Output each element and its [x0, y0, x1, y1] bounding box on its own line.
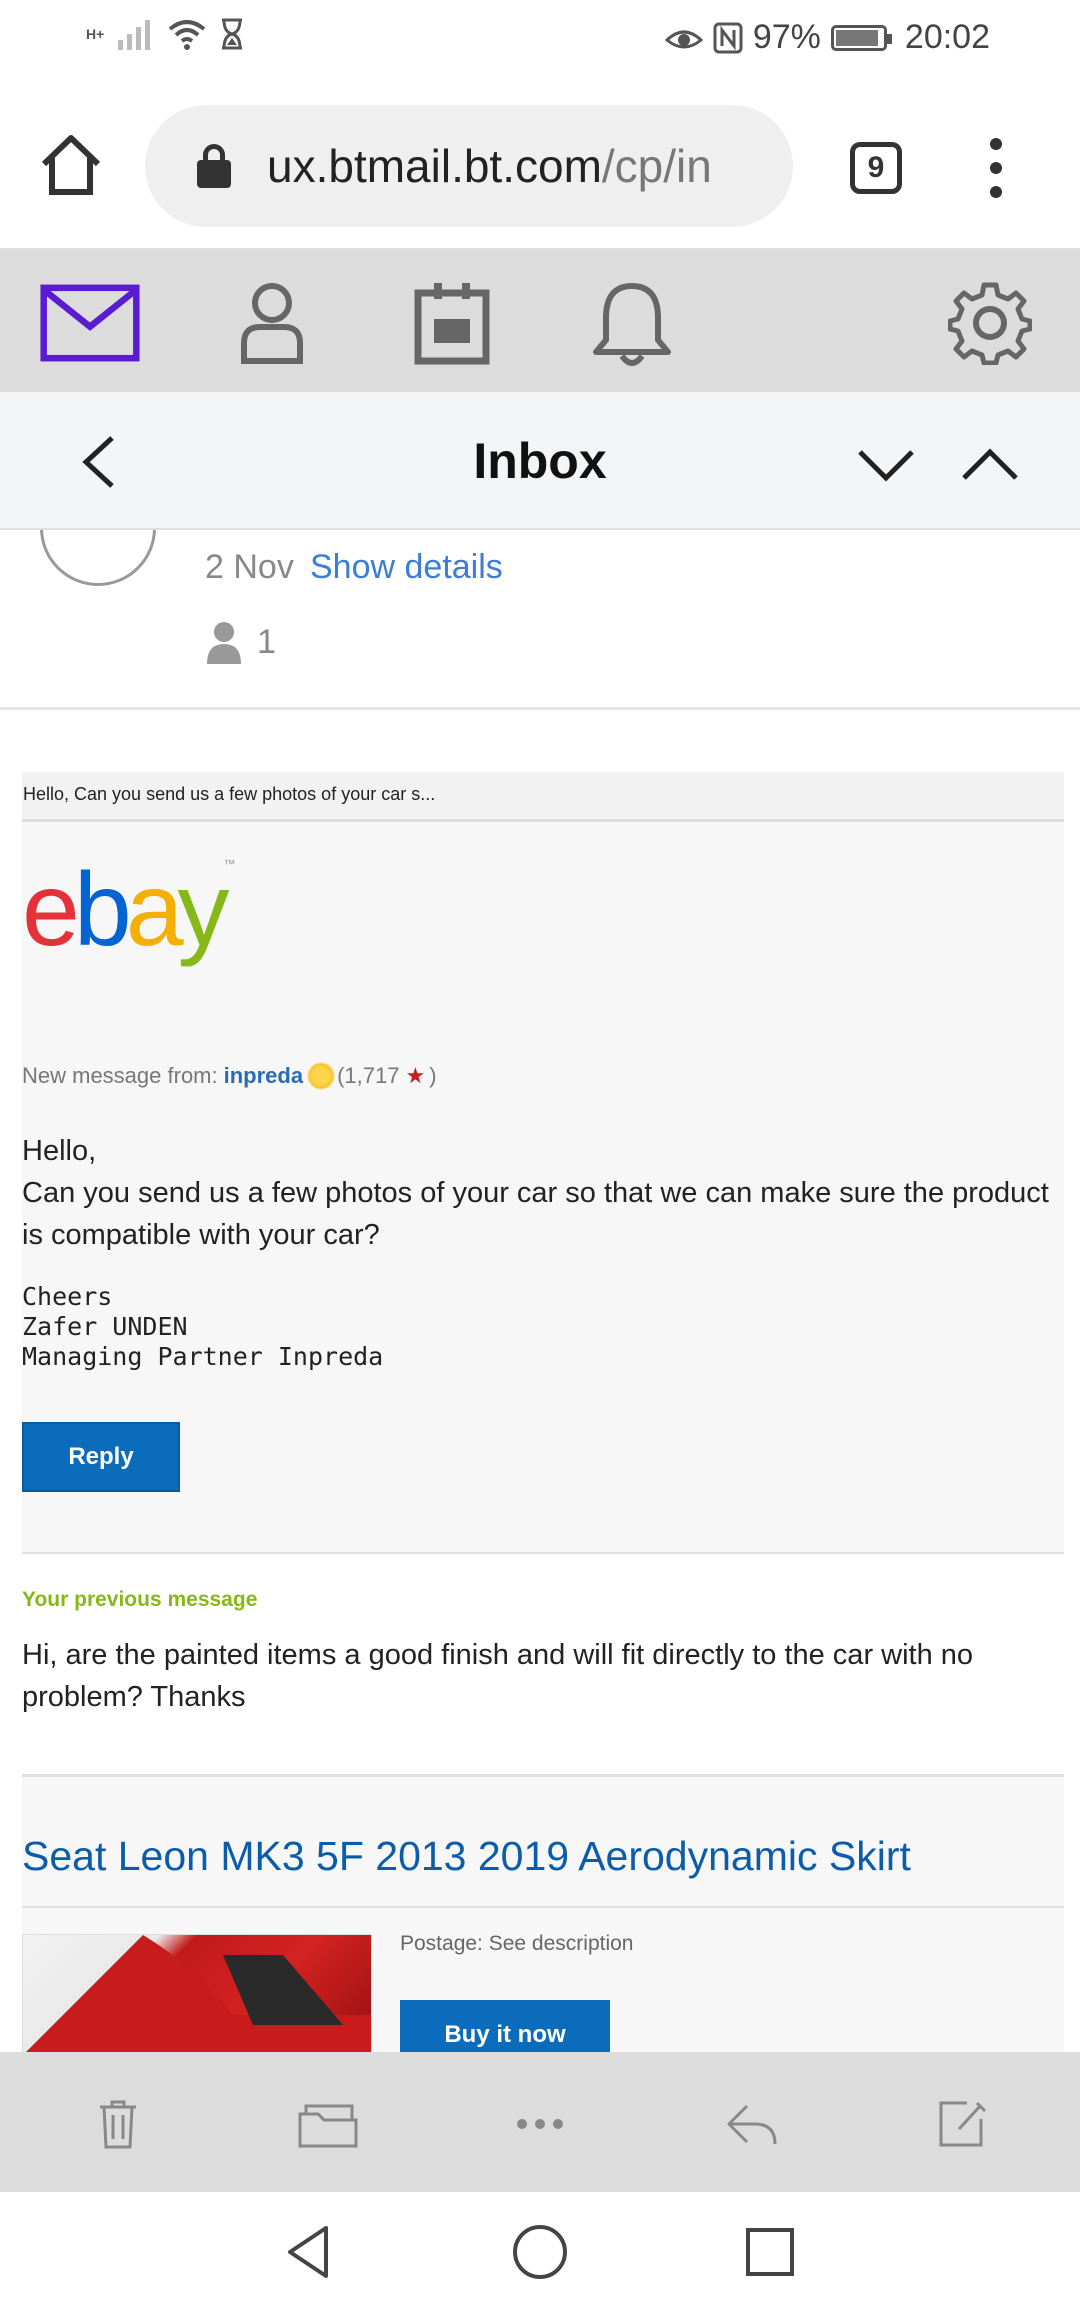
recipient-count: 1: [257, 622, 276, 661]
listing-title-link[interactable]: Seat Leon MK3 5F 2013 2019 Aerodynamic S…: [22, 1833, 1064, 1908]
page-title: Inbox: [473, 433, 607, 489]
mail-icon[interactable]: [40, 280, 140, 366]
message-date: 2 Nov: [205, 548, 294, 586]
nav-home-icon[interactable]: [510, 2222, 570, 2282]
nfc-icon: [713, 22, 743, 53]
nav-back-icon[interactable]: [280, 2222, 340, 2282]
battery-percent: 97%: [752, 18, 821, 56]
notifications-icon[interactable]: [582, 280, 682, 366]
recipients[interactable]: 1: [205, 620, 276, 664]
feedback-star-icon: ★: [405, 1063, 426, 1088]
browser-menu-icon[interactable]: [984, 138, 1008, 198]
new-message-line: New message from: inpreda (1,717 ★ ): [22, 1062, 1064, 1090]
signature: Cheers Zafer UNDEN Managing Partner Inpr…: [22, 1282, 384, 1371]
wifi-icon: [169, 20, 206, 50]
message-text: Hello, Can you send us a few photos of y…: [22, 1130, 1064, 1256]
buy-it-now-button[interactable]: Buy it now: [400, 2000, 610, 2052]
contacts-icon[interactable]: [222, 280, 322, 366]
address-bar[interactable]: ux.btmail.bt.com/cp/in: [145, 105, 793, 227]
email-body: Hello, Can you send us a few photos of y…: [22, 772, 1064, 2052]
hourglass-icon: [222, 18, 243, 50]
calendar-icon[interactable]: [402, 280, 502, 366]
url-host: ux.btmail.bt.com: [267, 140, 602, 192]
nav-recents-icon[interactable]: [740, 2222, 800, 2282]
url-text: ux.btmail.bt.com/cp/in: [267, 139, 712, 193]
listing-row: Postage: See description Buy it now: [22, 1908, 1064, 2052]
browser-toolbar: ux.btmail.bt.com/cp/in 9: [0, 80, 1080, 250]
compose-icon[interactable]: [932, 2096, 992, 2152]
delete-icon[interactable]: [88, 2096, 148, 2152]
signal-icon: [118, 20, 151, 50]
app-toolbar: [0, 250, 1080, 392]
message-nav-bar: Inbox: [0, 392, 1080, 530]
tab-switcher-button[interactable]: 9: [850, 142, 902, 194]
feedback-sun-icon: [307, 1062, 336, 1090]
show-details-link[interactable]: Show details: [310, 548, 503, 587]
reply-icon[interactable]: [722, 2096, 782, 2152]
postage-info: Postage: See description: [400, 1932, 634, 1955]
system-nav-bar: [0, 2192, 1080, 2312]
person-icon: [207, 622, 241, 664]
ebay-message-card: ebay™ New message from: inpreda (1,717 ★…: [22, 822, 1064, 1552]
battery-icon: [830, 24, 892, 51]
feedback-score: (1,717: [337, 1063, 400, 1088]
move-folder-icon[interactable]: [298, 2096, 358, 2152]
settings-icon[interactable]: [940, 280, 1040, 366]
greeting: Hello,: [22, 1135, 97, 1167]
network-type: H+: [86, 26, 105, 42]
listing-image[interactable]: [22, 1934, 372, 2052]
message-header: 2 Nov Show details 1: [0, 530, 1080, 710]
previous-message-text: Hi, are the painted items a good finish …: [22, 1639, 974, 1713]
status-right: 97% 20:02: [664, 18, 990, 57]
status-bar: H+ 97% 20:02: [0, 0, 1080, 80]
ebay-logo[interactable]: ebay™: [22, 822, 1064, 1062]
status-left: H+: [86, 18, 244, 50]
sender-link[interactable]: inpreda: [224, 1063, 303, 1089]
message-body: Can you send us a few photos of your car…: [22, 1177, 1049, 1251]
message-action-bar: [0, 2052, 1080, 2192]
item-listing: Seat Leon MK3 5F 2013 2019 Aerodynamic S…: [22, 1774, 1064, 2052]
more-icon[interactable]: [510, 2096, 570, 2152]
new-message-label: New message from:: [22, 1063, 218, 1088]
previous-message: Your previous message Hi, are the painte…: [22, 1554, 1064, 1774]
email-preheader: Hello, Can you send us a few photos of y…: [22, 772, 1064, 822]
feedback-close: ): [429, 1063, 437, 1088]
reply-button[interactable]: Reply: [22, 1422, 180, 1492]
clock: 20:02: [904, 18, 990, 56]
chevron-up-icon[interactable]: [960, 444, 1020, 484]
chevron-down-icon[interactable]: [856, 444, 916, 484]
eye-comfort-icon: [664, 30, 703, 48]
url-path: /cp/in: [601, 140, 712, 192]
home-icon[interactable]: [36, 130, 106, 200]
previous-message-title: Your previous message: [22, 1588, 258, 1611]
lock-icon: [197, 144, 231, 188]
